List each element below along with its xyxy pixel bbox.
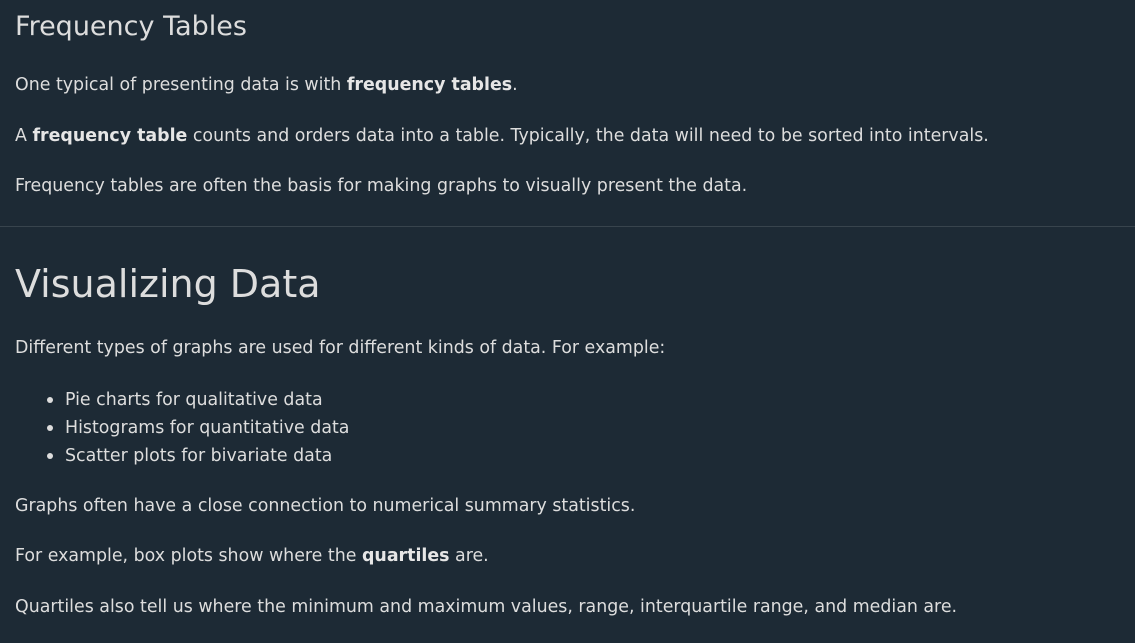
- frequency-tables-term: frequency tables: [346, 75, 513, 95]
- visualizing-data-heading: Visualizing Data: [15, 262, 321, 306]
- box-plots-text: For example, box plots show where the: [15, 546, 362, 566]
- frequency-intro-text: One typical of presenting data is with: [15, 75, 347, 95]
- quartiles-term: quartiles: [361, 546, 450, 566]
- list-item: Pie charts for qualitative data: [46, 386, 349, 414]
- frequency-tables-heading: Frequency Tables: [15, 11, 247, 42]
- graph-types-intro: Different types of graphs are used for d…: [15, 338, 666, 358]
- frequency-table-definition: A frequency table counts and orders data…: [15, 124, 989, 148]
- frequency-intro-paragraph: One typical of presenting data is with f…: [15, 73, 518, 97]
- frequency-intro-end: .: [512, 75, 518, 95]
- box-plots-end: are.: [449, 546, 489, 566]
- definition-start: A: [15, 126, 33, 146]
- tutorial-page: Frequency Tables One typical of presenti…: [0, 0, 1135, 643]
- quartiles-paragraph: Quartiles also tell us where the minimum…: [15, 597, 958, 617]
- summary-statistics-paragraph: Graphs often have a close connection to …: [15, 496, 636, 516]
- frequency-table-term: frequency table: [32, 126, 188, 146]
- list-item: Histograms for quantitative data: [46, 414, 349, 442]
- section-divider: [0, 226, 1135, 227]
- list-item: Scatter plots for bivariate data: [46, 442, 349, 470]
- box-plots-paragraph: For example, box plots show where the qu…: [15, 544, 489, 568]
- frequency-graphs-paragraph: Frequency tables are often the basis for…: [15, 176, 748, 196]
- definition-text: counts and orders data into a table. Typ…: [187, 126, 989, 146]
- graph-types-list: Pie charts for qualitative data Histogra…: [15, 386, 349, 470]
